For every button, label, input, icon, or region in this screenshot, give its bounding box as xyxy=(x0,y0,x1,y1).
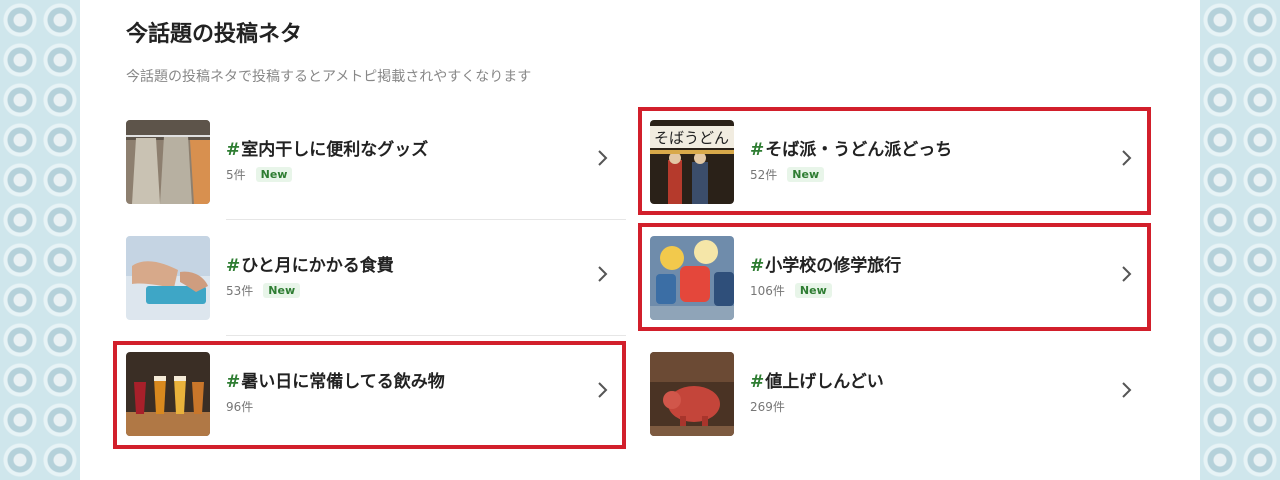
topic-item[interactable]: #値上げしんどい 269件 xyxy=(604,348,1132,456)
topic-meta: 53件 New xyxy=(226,282,301,299)
divider xyxy=(226,219,626,220)
topic-tag: #室内干しに便利なグッズ xyxy=(226,140,429,160)
highlight-box xyxy=(638,107,1151,215)
topic-item[interactable]: #室内干しに便利なグッズ 5件 New xyxy=(80,116,608,224)
piggy-bank-image xyxy=(650,352,734,436)
new-badge: New xyxy=(255,167,293,182)
calculator-image xyxy=(126,236,210,320)
topic-meta: 5件 New xyxy=(226,166,293,183)
new-badge: New xyxy=(263,283,301,298)
post-count: 53件 xyxy=(226,284,254,298)
chevron-right-icon xyxy=(1122,382,1132,398)
section-subtitle: 今話題の投稿ネタで投稿するとアメトピ掲載されやすくなります xyxy=(126,69,532,85)
divider xyxy=(226,335,626,336)
topic-tag: #ひと月にかかる食費 xyxy=(226,256,394,276)
section-title: 今話題の投稿ネタ xyxy=(126,22,303,47)
hanging-clothes-image xyxy=(126,120,210,204)
highlight-box xyxy=(638,223,1151,331)
highlight-box xyxy=(113,341,626,449)
topic-meta: 269件 xyxy=(750,398,785,415)
topics-panel: 今話題の投稿ネタ 今話題の投稿ネタで投稿するとアメトピ掲載されやすくなります #… xyxy=(80,0,1200,480)
post-count: 269件 xyxy=(750,400,785,414)
post-count: 5件 xyxy=(226,168,246,182)
topic-item[interactable]: #ひと月にかかる食費 53件 New xyxy=(80,232,608,340)
topic-tag: #値上げしんどい xyxy=(750,372,884,392)
